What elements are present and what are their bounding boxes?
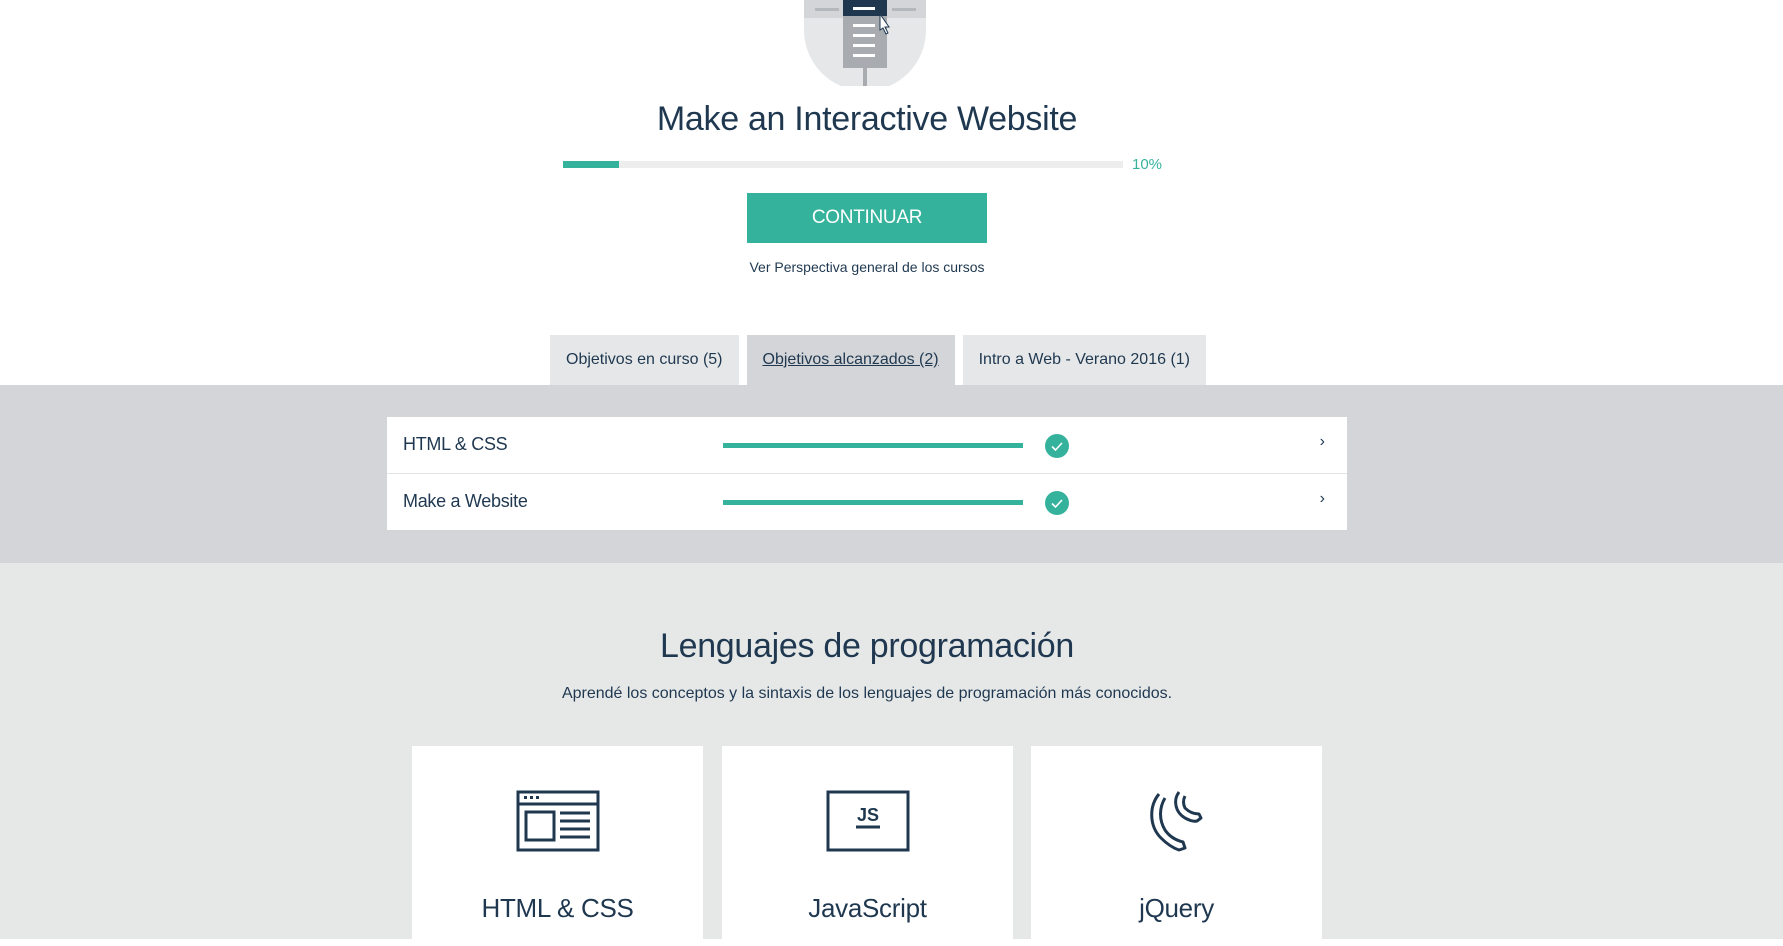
goal-tabs: Objetivos en curso (5) Objetivos alcanza… [550,335,1214,385]
course-overview-link[interactable]: Ver Perspectiva general de los cursos [0,259,1734,275]
language-name: JavaScript [808,893,927,923]
goal-name: HTML & CSS [403,434,508,454]
language-card-javascript[interactable]: JS JavaScript [722,746,1013,946]
language-name: jQuery [1139,893,1214,923]
goal-list: HTML & CSS › Make a Website › [387,417,1347,530]
chevron-right-icon[interactable]: › [1320,490,1325,508]
js-icon: JS [826,790,910,852]
browser-window-icon [516,790,600,852]
tab-goals-achieved[interactable]: Objetivos alcanzados (2) [746,335,955,385]
tab-intro-web-summer-2016[interactable]: Intro a Web - Verano 2016 (1) [962,335,1206,385]
check-circle-icon [1045,434,1069,458]
goal-row[interactable]: HTML & CSS › [387,417,1347,474]
goal-progress-bar [723,443,1023,448]
course-title: Make an Interactive Website [656,100,1078,138]
check-circle-icon [1045,491,1069,515]
continue-button[interactable]: CONTINUAR [747,193,987,243]
goal-row[interactable]: Make a Website › [387,474,1347,530]
goal-name: Make a Website [403,491,528,511]
tab-goals-in-progress[interactable]: Objetivos en curso (5) [550,335,739,385]
languages-title: Lenguajes de programación [659,627,1074,665]
goal-progress-fill [723,500,1023,505]
languages-subtitle: Aprendé los conceptos y la sintaxis de l… [561,685,1173,702]
jquery-icon [1150,791,1203,852]
achieved-goals-panel: HTML & CSS › Make a Website › [0,385,1783,563]
js-icon-text: JS [857,805,879,825]
language-name: HTML & CSS [481,893,634,923]
languages-section: Lenguajes de programación Aprendé los co… [0,563,1783,946]
language-card-jquery[interactable]: jQuery [1031,746,1322,946]
course-progress-fill [563,161,619,168]
language-card-html-css[interactable]: HTML & CSS [412,746,703,946]
course-progress-percent: 10% [1132,156,1163,173]
course-illustration-icon [804,0,926,86]
goal-progress-bar [723,500,1023,505]
course-progress-bar [563,161,1123,168]
chevron-right-icon[interactable]: › [1320,433,1325,451]
goal-progress-fill [723,443,1023,448]
